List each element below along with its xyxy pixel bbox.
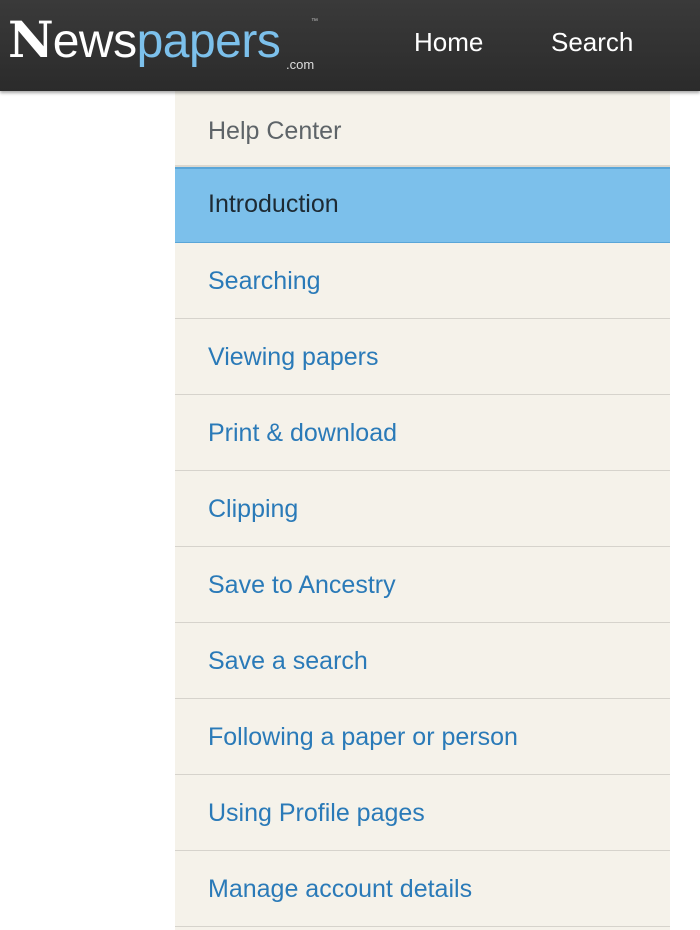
- menu-item-searching[interactable]: Searching: [175, 243, 670, 319]
- help-center-title: Help Center: [175, 91, 670, 167]
- logo-blue-text: papers: [136, 15, 281, 68]
- menu-item-clipping[interactable]: Clipping: [175, 471, 670, 547]
- menu-item-introduction[interactable]: Introduction: [175, 167, 670, 243]
- logo-trademark: ™: [311, 18, 318, 25]
- menu-item-print-download[interactable]: Print & download: [175, 395, 670, 471]
- logo-white-text: ews: [52, 15, 137, 68]
- menu-item-following[interactable]: Following a paper or person: [175, 699, 670, 775]
- logo-first-letter: N: [8, 10, 54, 69]
- menu-item-viewing-papers[interactable]: Viewing papers: [175, 319, 670, 395]
- nav-home-link[interactable]: Home: [414, 27, 483, 58]
- nav-search-link[interactable]: Search: [551, 27, 633, 58]
- menu-item-save-a-search[interactable]: Save a search: [175, 623, 670, 699]
- help-sidebar: Help Center Introduction Searching Viewi…: [175, 91, 670, 930]
- menu-item-save-to-ancestry[interactable]: Save to Ancestry: [175, 547, 670, 623]
- logo-suffix: .com: [286, 57, 315, 72]
- top-header: Newspapers ™ .com Home Search: [0, 0, 700, 91]
- newspapers-logo[interactable]: Newspapers ™ .com: [8, 10, 318, 72]
- menu-item-profile-pages[interactable]: Using Profile pages: [175, 775, 670, 851]
- menu-item-manage-account[interactable]: Manage account details: [175, 851, 670, 927]
